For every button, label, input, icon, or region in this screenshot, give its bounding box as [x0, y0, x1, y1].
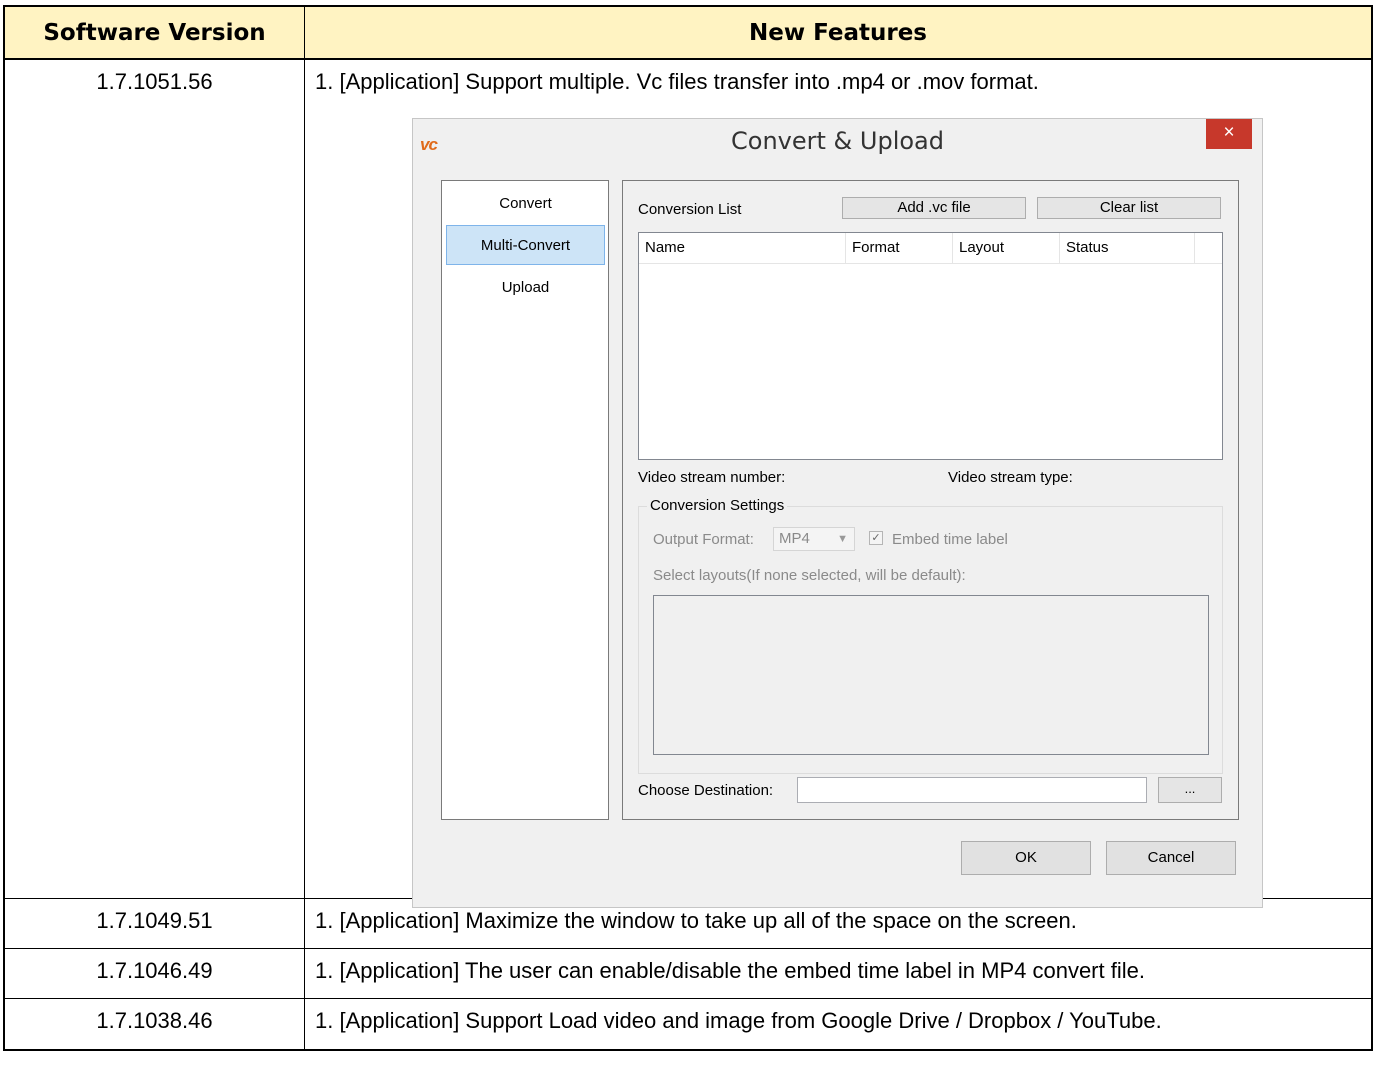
chevron-down-icon: ▼ — [837, 533, 848, 545]
close-icon: × — [1223, 122, 1235, 143]
version-cell: 1.7.1051.56 — [5, 60, 305, 898]
feature-cell: 1. [Application] The user can enable/dis… — [315, 958, 1145, 983]
choose-destination-label: Choose Destination: — [638, 782, 774, 799]
nav-item-convert[interactable]: Convert — [446, 183, 605, 223]
feature-cell: 1. [Application] Support Load video and … — [315, 1008, 1162, 1033]
multi-convert-panel: Conversion List Add .vc file Clear list … — [622, 180, 1239, 820]
column-layout[interactable]: Layout — [953, 233, 1060, 263]
column-status[interactable]: Status — [1060, 233, 1195, 263]
layouts-list[interactable] — [653, 595, 1209, 755]
stream-number-label: Video stream number: — [638, 469, 786, 486]
cancel-button[interactable]: Cancel — [1106, 841, 1236, 875]
column-format[interactable]: Format — [846, 233, 953, 263]
conversion-list[interactable]: Name Format Layout Status — [638, 232, 1223, 460]
dialog-title: Convert & Upload — [731, 127, 944, 155]
version-cell: 1.7.1049.51 — [5, 899, 305, 948]
version-cell: 1.7.1038.46 — [5, 999, 305, 1049]
conversion-settings-title: Conversion Settings — [647, 497, 788, 514]
ok-button[interactable]: OK — [961, 841, 1091, 875]
column-name[interactable]: Name — [639, 233, 846, 263]
embed-time-label-text: Embed time label — [892, 531, 1008, 548]
add-vc-file-button[interactable]: Add .vc file — [842, 197, 1026, 219]
mode-nav: Convert Multi-Convert Upload — [441, 180, 609, 820]
conversion-list-header: Name Format Layout Status — [639, 233, 1222, 264]
table-row: 1.7.1038.46 1. [Application] Support Loa… — [5, 999, 1371, 1049]
version-cell: 1.7.1046.49 — [5, 949, 305, 998]
destination-input[interactable] — [797, 777, 1147, 803]
table-row: 1.7.1046.49 1. [Application] The user ca… — [5, 949, 1371, 999]
conversion-settings-group: Conversion Settings Output Format: MP4 ▼… — [638, 497, 1223, 774]
browse-button[interactable]: ... — [1158, 777, 1222, 803]
output-format-value: MP4 — [779, 530, 810, 547]
nav-item-upload[interactable]: Upload — [446, 267, 605, 307]
checkmark-icon: ✓ — [871, 532, 881, 544]
output-format-label: Output Format: — [653, 531, 754, 548]
dialog-title-bar: vc Convert & Upload × — [413, 119, 1262, 163]
output-format-select[interactable]: MP4 ▼ — [773, 527, 855, 551]
clear-list-button[interactable]: Clear list — [1037, 197, 1221, 219]
header-new-features: New Features — [748, 19, 927, 46]
convert-upload-dialog: vc Convert & Upload × Convert Multi-Conv… — [412, 118, 1263, 908]
close-button[interactable]: × — [1206, 119, 1252, 149]
conversion-list-label: Conversion List — [638, 201, 742, 218]
stream-type-label: Video stream type: — [948, 469, 1073, 486]
embed-time-label-checkbox[interactable]: ✓ — [869, 531, 883, 545]
table-header: Software Version New Features — [5, 7, 1371, 60]
nav-item-multi-convert[interactable]: Multi-Convert — [446, 225, 605, 265]
select-layouts-label: Select layouts(If none selected, will be… — [653, 567, 966, 584]
header-software-version: Software Version — [5, 7, 305, 58]
